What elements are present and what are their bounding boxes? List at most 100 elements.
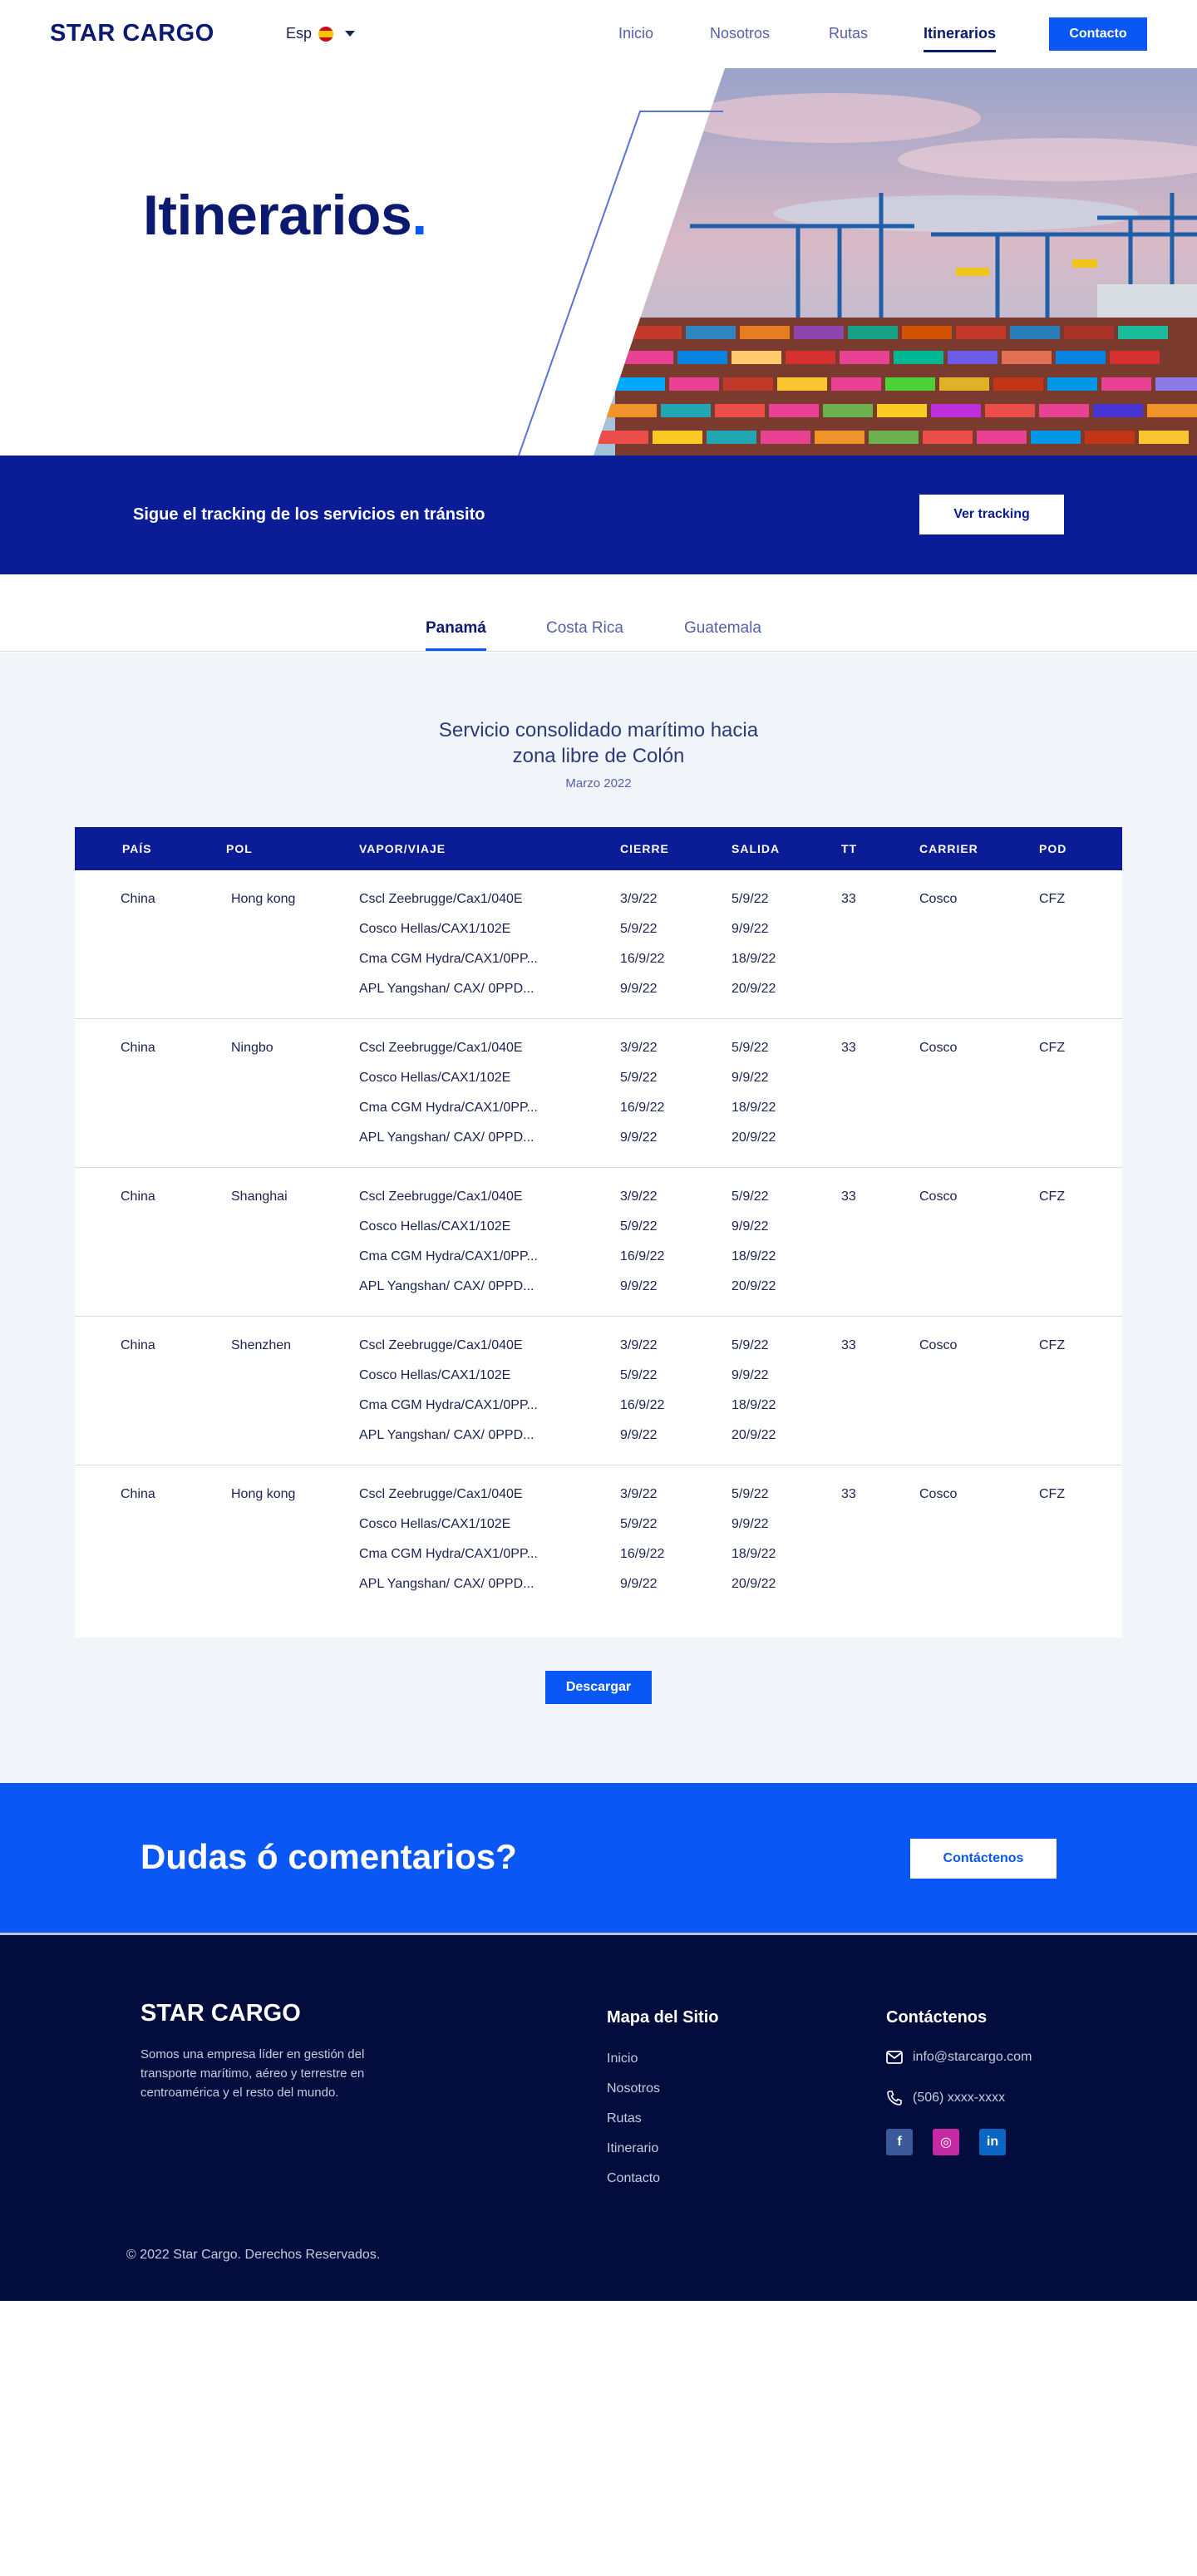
cell-vapor: APL Yangshan/ CAX/ 0PPD... bbox=[359, 982, 534, 996]
cell-vapor: Cma CGM Hydra/CAX1/0PP... bbox=[359, 1249, 538, 1263]
spain-flag-icon bbox=[318, 26, 334, 42]
contact-cta-banner: Dudas ó comentarios? Contáctenos bbox=[0, 1783, 1197, 1933]
footer-link-inicio[interactable]: Inicio bbox=[607, 2051, 660, 2081]
cell-vapor: Cosco Hellas/CAX1/102E bbox=[359, 1517, 511, 1531]
cell-cierre: 3/9/22 bbox=[620, 1189, 658, 1204]
instagram-icon[interactable]: ◎ bbox=[933, 2129, 959, 2155]
footer-logo[interactable]: STAR CARGO bbox=[140, 2000, 301, 2027]
nav-link-inicio[interactable]: Inicio bbox=[618, 25, 653, 42]
cell-salida: 20/9/22 bbox=[732, 1428, 776, 1442]
cell-pod: CFZ bbox=[1039, 1338, 1066, 1352]
language-selector[interactable]: Esp bbox=[286, 25, 356, 42]
footer-email[interactable]: info@starcargo.com bbox=[886, 2050, 1032, 2065]
port-containers-image bbox=[518, 68, 1197, 456]
cell-salida: 18/9/22 bbox=[732, 952, 776, 966]
footer: STAR CARGO Somos una empresa líder en ge… bbox=[0, 1933, 1197, 2301]
footer-link-contacto[interactable]: Contacto bbox=[607, 2171, 660, 2201]
cell-tt: 33 bbox=[841, 892, 856, 906]
cell-cierre: 9/9/22 bbox=[620, 1279, 658, 1293]
cell-carrier: Cosco bbox=[919, 892, 958, 906]
footer-link-nosotros[interactable]: Nosotros bbox=[607, 2081, 660, 2111]
contact-title: Contáctenos bbox=[886, 2008, 988, 2027]
facebook-icon[interactable]: f bbox=[886, 2129, 913, 2155]
header-salida: SALIDA bbox=[732, 842, 781, 855]
tracking-banner: Sigue el tracking de los servicios en tr… bbox=[0, 456, 1197, 574]
logo[interactable]: STAR CARGO bbox=[50, 20, 214, 47]
footer-description: Somos una empresa líder en gestión del t… bbox=[140, 2047, 365, 2100]
cell-vapor: Cosco Hellas/CAX1/102E bbox=[359, 1368, 511, 1382]
table-header: PAÍS POL VAPOR/VIAJE CIERRE SALIDA TT CA… bbox=[75, 827, 1122, 870]
cell-vapor: Cma CGM Hydra/CAX1/0PP... bbox=[359, 1101, 538, 1115]
cell-pais: China bbox=[121, 1189, 155, 1204]
cell-salida: 5/9/22 bbox=[732, 892, 769, 906]
header-pod: POD bbox=[1039, 842, 1067, 855]
tab-guatemala[interactable]: Guatemala bbox=[684, 619, 761, 638]
cell-vapor: Cscl Zeebrugge/Cax1/040E bbox=[359, 1189, 523, 1204]
cell-pol: Ningbo bbox=[231, 1041, 273, 1055]
cta-heading: Dudas ó comentarios? bbox=[140, 1837, 517, 1876]
cell-cierre: 5/9/22 bbox=[620, 1219, 658, 1234]
cell-salida: 5/9/22 bbox=[732, 1041, 769, 1055]
cell-pais: China bbox=[121, 1041, 155, 1055]
footer-phone-text: (506) xxxx-xxxx bbox=[913, 2091, 1006, 2105]
cell-salida: 5/9/22 bbox=[732, 1487, 769, 1501]
social-links: f ◎ in bbox=[886, 2129, 1006, 2155]
itinerary-section: Servicio consolidado marítimo hacia zona… bbox=[0, 653, 1197, 1783]
cell-pais: China bbox=[121, 892, 155, 906]
cell-pol: Shenzhen bbox=[231, 1338, 292, 1352]
sitemap-title: Mapa del Sitio bbox=[607, 2008, 719, 2027]
section-subtitle: Marzo 2022 bbox=[565, 776, 632, 791]
section-title: Servicio consolidado marítimo hacia zona… bbox=[0, 717, 1197, 769]
table-row-group: China Ningbo 33 Cosco CFZ Cscl Zeebrugge/Cax1… bbox=[75, 1019, 1122, 1168]
cell-cierre: 5/9/22 bbox=[620, 1517, 658, 1531]
contactenos-button[interactable]: Contáctenos bbox=[910, 1839, 1057, 1879]
cell-carrier: Cosco bbox=[919, 1487, 958, 1501]
cell-tt: 33 bbox=[841, 1338, 856, 1352]
cell-vapor: Cscl Zeebrugge/Cax1/040E bbox=[359, 892, 523, 906]
cell-pol: Hong kong bbox=[231, 892, 296, 906]
nav-link-nosotros[interactable]: Nosotros bbox=[710, 25, 770, 42]
cell-cierre: 9/9/22 bbox=[620, 982, 658, 996]
cell-vapor: APL Yangshan/ CAX/ 0PPD... bbox=[359, 1577, 534, 1591]
table-row-group: China Hong kong 33 Cosco CFZ Cscl Zeebrugge/C… bbox=[75, 1465, 1122, 1638]
header-pais: PAÍS bbox=[122, 842, 152, 855]
cell-salida: 5/9/22 bbox=[732, 1338, 769, 1352]
top-navbar: STAR CARGO Esp Inicio Nosotros Rutas Iti… bbox=[0, 0, 1197, 68]
cell-vapor: APL Yangshan/ CAX/ 0PPD... bbox=[359, 1428, 534, 1442]
nav-link-itinerarios[interactable]: Itinerarios bbox=[924, 25, 997, 52]
view-tracking-button[interactable]: Ver tracking bbox=[919, 495, 1064, 534]
footer-link-itinerario[interactable]: Itinerario bbox=[607, 2141, 660, 2171]
cell-salida: 20/9/22 bbox=[732, 1130, 776, 1145]
header-cierre: CIERRE bbox=[620, 842, 669, 855]
tab-panama[interactable]: Panamá bbox=[426, 619, 486, 651]
header-carrier: CARRIER bbox=[919, 842, 978, 855]
table-row-group: China Shanghai 33 Cosco CFZ Cscl Zeebrugge/Ca… bbox=[75, 1168, 1122, 1317]
cell-salida: 18/9/22 bbox=[732, 1398, 776, 1412]
nav-link-rutas[interactable]: Rutas bbox=[829, 25, 868, 42]
cell-salida: 20/9/22 bbox=[732, 982, 776, 996]
cell-cierre: 16/9/22 bbox=[620, 1398, 665, 1412]
cell-salida: 18/9/22 bbox=[732, 1547, 776, 1561]
cell-vapor: APL Yangshan/ CAX/ 0PPD... bbox=[359, 1279, 534, 1293]
cell-vapor: Cscl Zeebrugge/Cax1/040E bbox=[359, 1041, 523, 1055]
cell-pod: CFZ bbox=[1039, 892, 1066, 906]
tab-costa-rica[interactable]: Costa Rica bbox=[546, 619, 623, 638]
footer-link-rutas[interactable]: Rutas bbox=[607, 2111, 660, 2141]
linkedin-icon[interactable]: in bbox=[979, 2129, 1006, 2155]
cell-carrier: Cosco bbox=[919, 1041, 958, 1055]
cell-cierre: 5/9/22 bbox=[620, 1368, 658, 1382]
cell-cierre: 3/9/22 bbox=[620, 1338, 658, 1352]
download-button[interactable]: Descargar bbox=[545, 1671, 652, 1704]
cell-salida: 18/9/22 bbox=[732, 1101, 776, 1115]
cell-tt: 33 bbox=[841, 1041, 856, 1055]
cell-salida: 9/9/22 bbox=[732, 1517, 769, 1531]
cell-pod: CFZ bbox=[1039, 1041, 1066, 1055]
footer-phone[interactable]: (506) xxxx-xxxx bbox=[886, 2090, 1005, 2106]
cell-cierre: 5/9/22 bbox=[620, 1071, 658, 1085]
cell-pol: Hong kong bbox=[231, 1487, 296, 1501]
language-label: Esp bbox=[286, 25, 313, 42]
cell-vapor: Cosco Hellas/CAX1/102E bbox=[359, 1071, 511, 1085]
contact-button[interactable]: Contacto bbox=[1049, 17, 1147, 51]
cell-salida: 20/9/22 bbox=[732, 1577, 776, 1591]
copyright: © 2022 Star Cargo. Derechos Reservados. bbox=[126, 2248, 381, 2262]
